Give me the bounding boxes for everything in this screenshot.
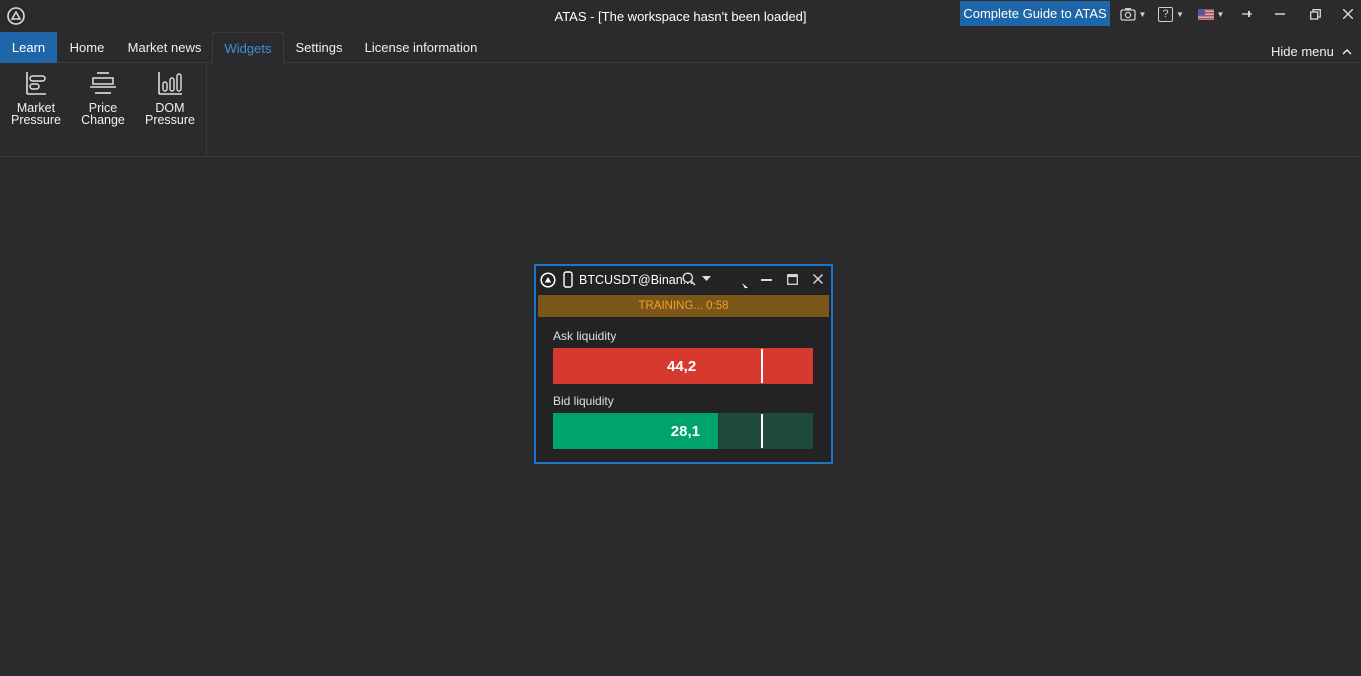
minimize-button[interactable] xyxy=(1268,4,1292,24)
close-icon xyxy=(1343,9,1353,19)
mouse-cursor-icon xyxy=(742,283,748,291)
chevron-down-icon: ▼ xyxy=(1176,9,1184,19)
dom-pressure-icon xyxy=(158,72,182,95)
tab-license-information[interactable]: License information xyxy=(354,32,488,63)
ask-liquidity-label: Ask liquidity xyxy=(553,329,617,343)
chevron-up-icon xyxy=(1342,49,1352,55)
ask-bar-marker xyxy=(761,349,763,383)
close-icon[interactable] xyxy=(813,274,823,284)
bid-liquidity-label: Bid liquidity xyxy=(553,394,614,408)
chevron-down-icon[interactable] xyxy=(702,276,711,282)
menu-bar: Learn Home Market news Widgets Settings … xyxy=(0,32,1361,64)
language-button[interactable]: ▼ xyxy=(1195,4,1227,24)
search-icon[interactable] xyxy=(682,272,696,286)
ribbon-divider xyxy=(206,63,207,156)
maximize-icon[interactable] xyxy=(787,274,798,285)
training-banner: TRAINING... 0:58 xyxy=(538,295,829,317)
restore-icon xyxy=(1309,8,1321,20)
minimize-icon[interactable] xyxy=(761,279,772,282)
ask-liquidity-bar: 44,2 xyxy=(553,348,813,384)
title-bar: ATAS - [The workspace hasn't been loaded… xyxy=(0,0,1361,32)
ribbon-item-label: Market Pressure xyxy=(10,101,62,127)
hide-menu-label: Hide menu xyxy=(1271,44,1334,59)
tab-market-news[interactable]: Market news xyxy=(117,32,212,63)
tab-widgets[interactable]: Widgets xyxy=(212,32,284,64)
restore-button[interactable] xyxy=(1303,4,1327,24)
dom-pressure-widget[interactable]: BTCUSDT@Binan... TRAINING... 0:58 Ask li… xyxy=(534,264,833,464)
close-button[interactable] xyxy=(1336,4,1360,24)
atas-logo-icon xyxy=(540,272,556,288)
tab-settings[interactable]: Settings xyxy=(284,32,354,63)
widget-symbol-title: BTCUSDT@Binan... xyxy=(579,273,694,287)
us-flag-icon xyxy=(1197,8,1214,20)
bid-liquidity-bar: 28,1 xyxy=(553,413,813,449)
pin-button[interactable] xyxy=(1235,4,1259,24)
widget-header[interactable]: BTCUSDT@Binan... xyxy=(536,266,831,294)
bid-liquidity-value: 28,1 xyxy=(670,422,700,440)
ribbon-item-label: Price Change xyxy=(81,101,125,127)
market-pressure-icon xyxy=(26,72,46,95)
market-pressure-button[interactable]: Market Pressure xyxy=(5,69,67,126)
price-change-icon xyxy=(90,72,116,94)
help-button[interactable]: ? ▼ xyxy=(1155,4,1187,24)
camera-icon xyxy=(1119,8,1136,21)
screenshot-button[interactable]: ▼ xyxy=(1118,4,1148,24)
pin-icon xyxy=(1242,11,1252,17)
tab-home[interactable]: Home xyxy=(57,32,117,63)
phone-icon[interactable] xyxy=(563,271,573,288)
widgets-ribbon: Market Pressure Price Change DOM Pressur… xyxy=(0,63,1361,157)
dom-pressure-button[interactable]: DOM Pressure xyxy=(139,69,201,126)
chevron-down-icon: ▼ xyxy=(1138,9,1147,19)
price-change-button[interactable]: Price Change xyxy=(72,69,134,126)
tab-learn[interactable]: Learn xyxy=(0,32,57,63)
complete-guide-button[interactable]: Complete Guide to ATAS xyxy=(960,1,1110,26)
bid-bar-marker xyxy=(761,414,763,448)
chevron-down-icon: ▼ xyxy=(1216,9,1225,19)
help-icon: ? xyxy=(1158,6,1174,22)
hide-menu-button[interactable]: Hide menu xyxy=(1271,44,1352,59)
ask-liquidity-value: 44,2 xyxy=(667,357,697,375)
minimize-icon xyxy=(1275,13,1285,15)
ribbon-item-label: DOM Pressure xyxy=(144,101,196,127)
